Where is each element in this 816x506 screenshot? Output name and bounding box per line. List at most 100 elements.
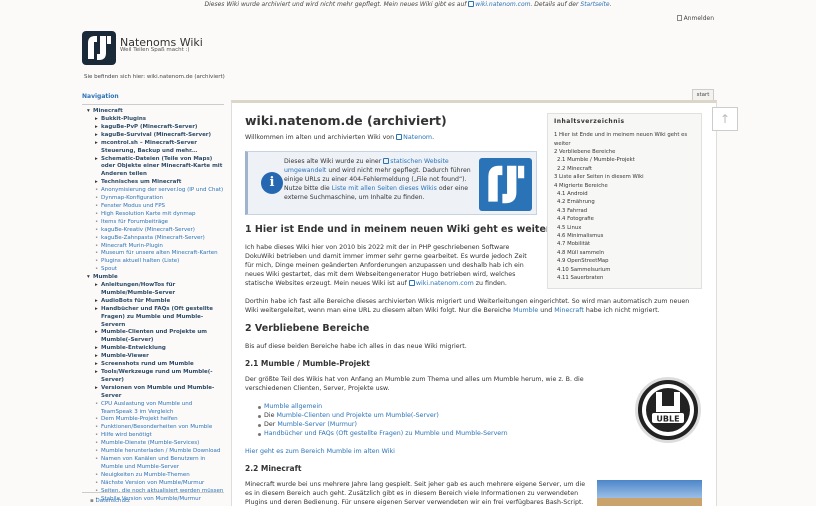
sidebar-item-label[interactable]: Schematic-Dateien (Teile von Maps) oder … [101, 156, 222, 178]
sidebar-item[interactable]: • Items für Forumbeiträge [82, 219, 224, 227]
sidebar-item-label[interactable]: Mumble-Viewer [101, 353, 149, 359]
minecraft-link[interactable]: Minecraft [554, 307, 584, 314]
sidebar-item[interactable]: • kaguBe-Kreativ (Minecraft-Server) [82, 227, 224, 235]
sidebar-item-label[interactable]: kaguBe-Kreativ (Minecraft-Server) [101, 227, 195, 233]
list-item-link[interactable]: Mumble allgemein [264, 403, 322, 410]
sidebar-item[interactable]: ▸ mcontrol.sh – Minecraft-Server Steuerun… [82, 140, 224, 156]
sidebar-item[interactable]: ▸ Bukkit-Plugins [82, 116, 224, 124]
sidebar-item[interactable]: • Spout [82, 266, 224, 274]
sidebar-item-label[interactable]: Funktionen/Besonderheiten von Mumble [101, 424, 212, 430]
sidebar-item[interactable]: • Funktionen/Besonderheiten von Mumble [82, 424, 224, 432]
sidebar-item-label[interactable]: Mumble-Entwicklung [101, 345, 166, 351]
toc-item[interactable]: 2.2 Minecraft [554, 165, 695, 173]
sidebar-item[interactable]: ▸ Versionen von Mumble und Mumble-Server [82, 385, 224, 401]
sidebar-item-label[interactable]: Handbücher und FAQs (Oft gestellte Frage… [101, 306, 213, 328]
sidebar-item-label[interactable]: Minecraft Murin-Plugin [101, 243, 163, 249]
sidebar-item[interactable]: • Mumble herunterladen / Mumble Download [82, 448, 224, 456]
sidebar-item[interactable]: ▸ AudioBots für Mumble [82, 298, 224, 306]
sidebar-item-label[interactable]: Items für Forumbeiträge [101, 219, 168, 225]
toc-item[interactable]: 2.1 Mumble / Mumble-Projekt [554, 156, 695, 164]
sidebar-item-label[interactable]: Mumble [93, 274, 118, 280]
mumble-link[interactable]: Mumble [513, 307, 538, 314]
sidebar-item-label[interactable]: AudioBots für Mumble [101, 298, 170, 304]
toc-item[interactable]: 4.7 Mobilität [554, 240, 695, 248]
new-wiki-link-inline[interactable]: wiki.natenom.com [416, 280, 474, 287]
login-link[interactable]: Anmelden [676, 15, 714, 23]
sidebar-item-label[interactable]: Museum für unsere alten Minecraft-Karten [101, 250, 218, 256]
sidebar-item-label[interactable]: High Resolution Karte mit dynmap [101, 211, 196, 217]
sidebar-item[interactable]: • CPU Auslastung von Mumble und TeamSpeak… [82, 401, 224, 417]
sidebar-item[interactable]: • Dynmap-Konfiguration [82, 195, 224, 203]
sidebar-item-label[interactable]: Nächste Version von Mumble/Murmur [101, 480, 204, 486]
toc-item[interactable]: 4.5 Linux [554, 224, 695, 232]
sidebar-item-label[interactable]: Plugins aktuell halten (Liste) [101, 258, 179, 264]
start-page-link[interactable]: Startseite [580, 1, 609, 8]
toc-item[interactable]: 4.4 Fotografie [554, 215, 695, 223]
new-wiki-link[interactable]: wiki.natenom.com [475, 1, 530, 8]
sidebar-item-label[interactable]: Hilfe wird benötigt [101, 432, 152, 438]
sidebar-item[interactable]: • High Resolution Karte mit dynmap [82, 211, 224, 219]
all-pages-link[interactable]: Liste mit allen Seiten dieses Wikis [332, 185, 437, 192]
sidebar-item[interactable]: • Mumble-Dienste (Mumble-Services) [82, 440, 224, 448]
sidebar-item-label[interactable]: Spout [101, 266, 117, 272]
mumble-section-link[interactable]: Hier geht es zum Bereich Mumble im alten… [245, 448, 395, 455]
sidebar-item-label[interactable]: Dynmap-Konfiguration [101, 195, 163, 201]
sidebar-item[interactable]: • Anonymisierung der server.log (IP und C… [82, 187, 224, 195]
sidebar-item-label[interactable]: Technisches um Minecraft [101, 179, 181, 185]
sidebar-item[interactable]: ▾ Mumble [82, 274, 224, 282]
sidebar-item[interactable]: ▸ Mumble-Clienten und Projekte um Mumble(… [82, 329, 224, 345]
sidebar-item-label[interactable]: Neuigkeiten zu Mumble-Themen [101, 472, 190, 478]
sidebar-item-label[interactable]: Bukkit-Plugins [101, 116, 146, 122]
toc-item[interactable]: 4 Migrierte Bereiche [554, 182, 695, 190]
toc-item[interactable]: 4.1 Android [554, 190, 695, 198]
sidebar-item[interactable]: • kaguBe-Zahnpasta (Minecraft-Server) [82, 235, 224, 243]
sidebar-item[interactable]: ▸ kaguBe-Survival (Minecraft-Server) [82, 132, 224, 140]
sidebar-item-label[interactable]: Fenster Modus und FPS [101, 203, 165, 209]
toc-item[interactable]: 4.9 OpenStreetMap [554, 257, 695, 265]
tab-start[interactable]: start [692, 89, 714, 100]
toc-item[interactable]: 4.10 Sammelsurium [554, 266, 695, 274]
sidebar-item[interactable]: • Museum für unsere alten Minecraft-Karte… [82, 250, 224, 258]
sidebar-item[interactable]: ▸ Tools/Werkzeuge rund um Mumble(-Server) [82, 369, 224, 385]
toc-item[interactable]: 4.2 Ernährung [554, 198, 695, 206]
natenom-link[interactable]: Natenom [403, 134, 432, 141]
sidebar-item-label[interactable]: CPU Auslastung von Mumble und TeamSpeak … [101, 401, 192, 415]
sidebar-item[interactable]: • Nächste Version von Mumble/Murmur [82, 480, 224, 488]
sidebar-item[interactable]: ▸ Technisches um Minecraft [82, 179, 224, 187]
sidebar-item[interactable]: ▸ Handbücher und FAQs (Oft gestellte Frag… [82, 306, 224, 330]
toc-item[interactable]: 1 Hier ist Ende und in meinem neuen Wiki… [554, 131, 695, 148]
sidebar-item[interactable]: • Neuigkeiten zu Mumble-Themen [82, 472, 224, 480]
toc-item[interactable]: 4.3 Fahrrad [554, 207, 695, 215]
sidebar-item[interactable]: • Plugins aktuell halten (Liste) [82, 258, 224, 266]
sidebar-item[interactable]: ▸ Anleitungen/HowTos für Mumble/Mumble-Se… [82, 282, 224, 298]
sidebar-item-label[interactable]: Namen von Kanälen und Benutzern in Mumbl… [101, 456, 205, 470]
list-item-link[interactable]: Handbücher und FAQs (Oft gestellte Frage… [264, 430, 508, 437]
site-logo[interactable] [82, 31, 116, 65]
sidebar-item-label[interactable]: Anleitungen/HowTos für Mumble/Mumble-Ser… [101, 282, 175, 296]
sidebar-item[interactable]: • Hilfe wird benötigt [82, 432, 224, 440]
sidebar-item-label[interactable]: mcontrol.sh – Minecraft-Server Steuerung… [101, 140, 197, 154]
list-item-link[interactable]: Mumble-Clienten und Projekte um Mumble(-… [277, 412, 439, 419]
sidebar-item[interactable]: ▾ Minecraft [82, 108, 224, 116]
sidebar-item[interactable]: • Fenster Modus und FPS [82, 203, 224, 211]
sidebar-item-label[interactable]: Minecraft [93, 108, 123, 114]
sidebar-item[interactable]: ▸ Screenshots rund um Mumble [82, 361, 224, 369]
toc-item[interactable]: 4.8 Müll sammeln [554, 249, 695, 257]
sidebar-item-label[interactable]: kaguBe-Zahnpasta (Minecraft-Server) [101, 235, 205, 241]
list-item-link[interactable]: Mumble-Server (Murmur) [277, 421, 357, 428]
sidebar-item[interactable]: ▸ Mumble-Entwicklung [82, 345, 224, 353]
sidebar-item-label[interactable]: Dem Mumble-Projekt helfen [101, 416, 178, 422]
sidebar-item-label[interactable]: Screenshots rund um Mumble [101, 361, 194, 367]
toc-item[interactable]: 4.11 Sauerbraten [554, 274, 695, 282]
sidebar-item[interactable]: • Minecraft Murin-Plugin [82, 243, 224, 251]
sidebar-item-label[interactable]: Mumble-Dienste (Mumble-Services) [101, 440, 199, 446]
sidebar-item-label[interactable]: kaguBe-Survival (Minecraft-Server) [101, 132, 211, 138]
sidebar-item-label[interactable]: Mumble-Clienten und Projekte um Mumble(-… [101, 329, 207, 343]
toc-item[interactable]: 4.6 Minimalismus [554, 232, 695, 240]
sidebar-item[interactable]: ▸ kaguBe-PvP (Minecraft-Server) [82, 124, 224, 132]
sidebar-item[interactable]: ▸ Mumble-Viewer [82, 353, 224, 361]
sidebar-item[interactable]: • Dem Mumble-Projekt helfen [82, 416, 224, 424]
sidebar-item-label[interactable]: Anonymisierung der server.log (IP und Ch… [101, 187, 223, 193]
sidebar-item-label[interactable]: Mumble herunterladen / Mumble Download [101, 448, 220, 454]
sidebar-item[interactable]: ▸ Schematic-Dateien (Teile von Maps) oder… [82, 156, 224, 180]
